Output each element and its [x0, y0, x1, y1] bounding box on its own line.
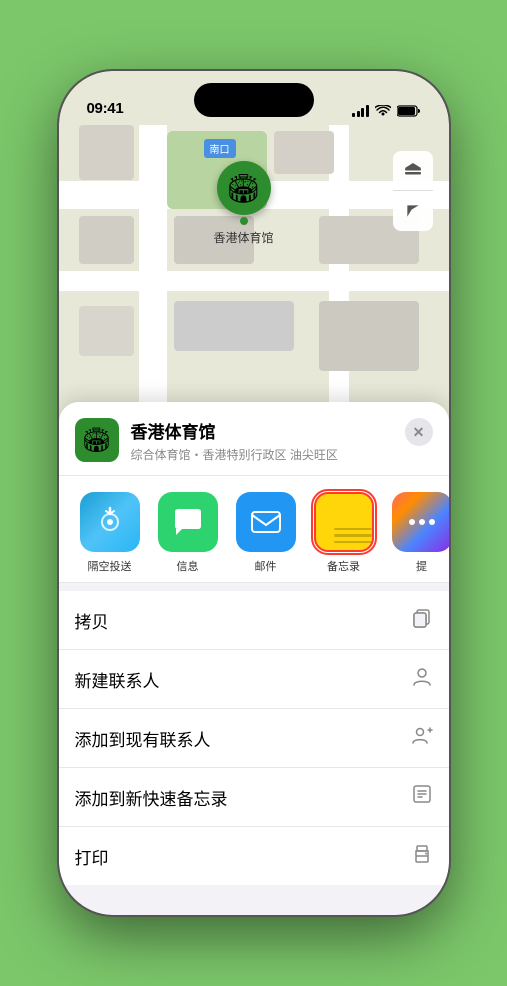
mail-icon	[236, 492, 296, 552]
mail-label: 邮件	[255, 558, 277, 574]
action-add-existing-contact[interactable]: 添加到现有联系人	[59, 709, 449, 768]
more-icon	[392, 492, 449, 552]
quick-note-icon	[411, 783, 433, 811]
map-layers-button[interactable]	[393, 151, 433, 191]
venue-name: 香港体育馆	[131, 418, 393, 443]
pin-icon: 🏟	[226, 172, 262, 205]
share-more[interactable]: 提	[387, 492, 449, 574]
close-button[interactable]: ✕	[405, 418, 433, 446]
venue-subtitle: 综合体育馆・香港特别行政区 油尖旺区	[131, 446, 393, 463]
phone-frame: 09:41	[59, 71, 449, 915]
bottom-sheet: 🏟 香港体育馆 综合体育馆・香港特别行政区 油尖旺区 ✕	[59, 402, 449, 915]
airdrop-label: 隔空投送	[88, 558, 132, 574]
pin-dot	[240, 217, 248, 225]
more-label: 提	[416, 558, 427, 574]
notes-icon	[314, 492, 374, 552]
action-new-contact[interactable]: 新建联系人	[59, 650, 449, 709]
airdrop-icon	[80, 492, 140, 552]
copy-icon	[411, 606, 433, 634]
share-row: 隔空投送 信息	[59, 476, 449, 583]
message-icon	[158, 492, 218, 552]
map-label: 南口	[204, 139, 236, 158]
status-icons	[352, 105, 421, 117]
action-copy-label: 拷贝	[75, 608, 109, 633]
notes-label: 备忘录	[327, 558, 360, 574]
share-message[interactable]: 信息	[153, 492, 223, 574]
share-airdrop[interactable]: 隔空投送	[75, 492, 145, 574]
action-list: 拷贝 新建联系人	[59, 591, 449, 885]
venue-icon: 🏟	[75, 418, 119, 462]
status-time: 09:41	[87, 100, 124, 117]
action-print-label: 打印	[75, 844, 109, 869]
print-icon	[411, 842, 433, 870]
share-notes[interactable]: 备忘录	[309, 492, 379, 574]
pin-label: 香港体育馆	[214, 229, 274, 246]
action-quick-note-label: 添加到新快速备忘录	[75, 785, 228, 810]
venue-header: 🏟 香港体育馆 综合体育馆・香港特别行政区 油尖旺区 ✕	[59, 402, 449, 476]
action-quick-note[interactable]: 添加到新快速备忘录	[59, 768, 449, 827]
signal-icon	[352, 105, 369, 117]
battery-icon	[397, 105, 421, 117]
action-copy[interactable]: 拷贝	[59, 591, 449, 650]
action-add-existing-label: 添加到现有联系人	[75, 726, 211, 751]
stadium-pin: 🏟 香港体育馆	[214, 161, 274, 246]
phone-screen: 09:41	[59, 71, 449, 915]
action-new-contact-label: 新建联系人	[75, 667, 160, 692]
wifi-icon	[375, 105, 391, 117]
add-existing-icon	[411, 724, 433, 752]
message-label: 信息	[177, 558, 199, 574]
share-mail[interactable]: 邮件	[231, 492, 301, 574]
action-print[interactable]: 打印	[59, 827, 449, 885]
map-controls	[393, 151, 433, 231]
venue-info: 香港体育馆 综合体育馆・香港特别行政区 油尖旺区	[131, 418, 393, 463]
location-button[interactable]	[393, 191, 433, 231]
pin-circle: 🏟	[217, 161, 271, 215]
dynamic-island	[194, 83, 314, 117]
new-contact-icon	[411, 665, 433, 693]
